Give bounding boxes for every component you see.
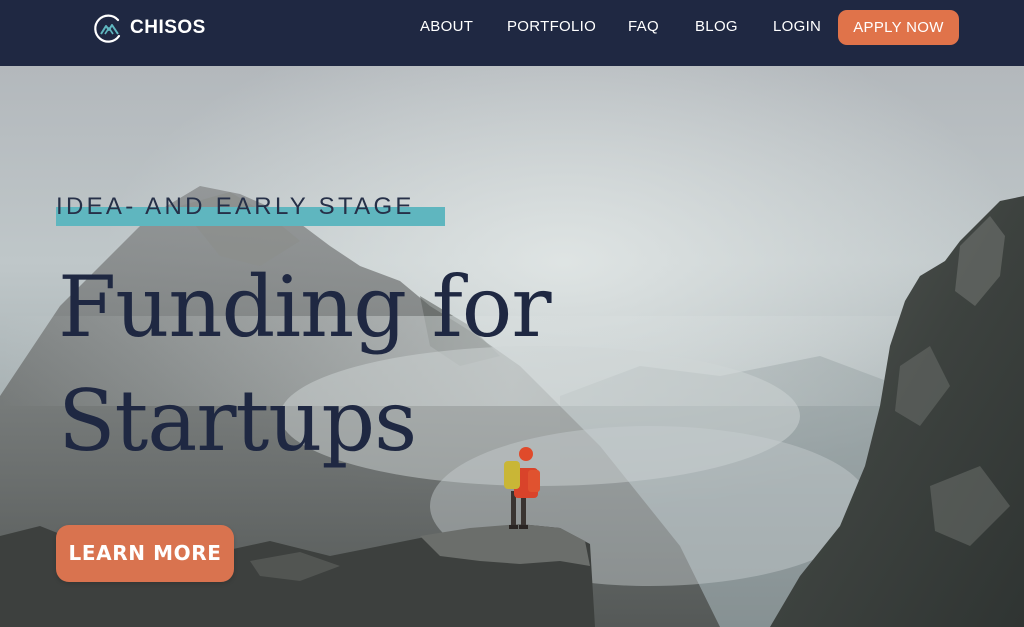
top-navbar: CHISOS ABOUT PORTFOLIO FAQ BLOG LOGIN AP… [0, 0, 1024, 66]
learn-more-button[interactable]: LEARN MORE [56, 525, 234, 582]
eyebrow-text: IDEA- AND EARLY STAGE [56, 193, 415, 220]
brand-logo[interactable]: CHISOS [92, 12, 206, 44]
headline-line-1: Funding for [58, 258, 552, 356]
apply-now-button[interactable]: APPLY NOW [838, 10, 959, 45]
hero-headline: Funding for Startups [58, 250, 678, 478]
nav-link-about[interactable]: ABOUT [420, 17, 473, 37]
hero-eyebrow: IDEA- AND EARLY STAGE [56, 193, 445, 226]
headline-line-2: Startups [58, 372, 417, 470]
nav-link-faq[interactable]: FAQ [628, 17, 659, 37]
nav-link-login[interactable]: LOGIN [773, 17, 821, 37]
hero-section: IDEA- AND EARLY STAGE Funding for Startu… [0, 66, 1024, 627]
nav-link-portfolio[interactable]: PORTFOLIO [507, 17, 596, 37]
nav-link-blog[interactable]: BLOG [695, 17, 738, 37]
mountain-circle-logo-icon [94, 14, 121, 43]
brand-name: CHISOS [130, 17, 206, 38]
